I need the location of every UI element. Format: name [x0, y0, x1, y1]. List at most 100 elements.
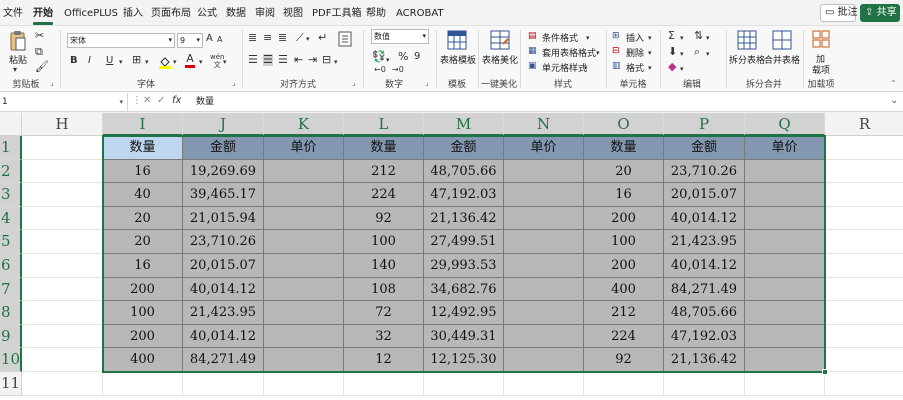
tab-formulas[interactable]: 公式 [197, 6, 217, 22]
empty-cell[interactable] [825, 348, 903, 372]
align-right-icon[interactable]: ☰ [278, 54, 288, 66]
align-center-icon[interactable]: ☰ [263, 54, 273, 66]
table-cell[interactable] [745, 183, 825, 207]
table-header-cell[interactable]: 金额 [183, 136, 264, 160]
table-cell[interactable]: 200 [584, 206, 664, 231]
empty-cell[interactable] [825, 183, 903, 207]
decrease-decimal-icon[interactable]: →0 [392, 64, 404, 76]
empty-cell[interactable] [103, 372, 183, 396]
dialog-launcher-icon[interactable]: ⌟ [50, 78, 54, 87]
table-cell[interactable] [264, 159, 344, 184]
table-cell[interactable]: 140 [344, 254, 424, 278]
chevron-down-icon[interactable]: ▾ [648, 62, 652, 74]
row-header-7[interactable]: 7 [0, 277, 22, 302]
increase-indent-icon[interactable]: ⇥ [308, 54, 317, 66]
table-cell[interactable]: 92 [584, 348, 664, 372]
more-options-icon[interactable]: ⋮ [132, 95, 142, 106]
empty-cell[interactable] [22, 254, 103, 278]
format-cells-icon[interactable]: ▥ [612, 60, 621, 72]
table-cell[interactable]: 21,136.42 [424, 206, 504, 231]
table-cell[interactable]: 92 [344, 206, 424, 231]
table-cell[interactable]: 212 [584, 301, 664, 325]
empty-cell[interactable] [22, 136, 103, 160]
chevron-down-icon[interactable]: ▾ [680, 48, 684, 60]
table-cell[interactable]: 40,014.12 [664, 206, 745, 231]
table-cell[interactable]: 34,682.76 [424, 277, 504, 302]
chevron-down-icon[interactable]: ▾ [648, 47, 652, 59]
table-cell[interactable]: 29,993.53 [424, 254, 504, 278]
chevron-down-icon[interactable]: ▾ [386, 54, 390, 66]
table-cell[interactable]: 40,014.12 [664, 254, 745, 278]
chevron-down-icon[interactable]: ▾ [334, 56, 338, 68]
empty-cell[interactable] [584, 372, 664, 396]
table-cell[interactable]: 32 [344, 324, 424, 349]
font-size-select[interactable]: 9 ▾ [177, 33, 203, 48]
table-cell[interactable]: 40 [103, 183, 183, 207]
table-header-cell[interactable]: 金额 [424, 136, 504, 160]
table-cell[interactable] [264, 230, 344, 254]
table-cell[interactable] [504, 183, 584, 207]
empty-cell[interactable] [825, 278, 903, 302]
table-cell[interactable] [504, 206, 584, 231]
tab-file[interactable]: 文件 [3, 6, 23, 22]
tab-officeplus[interactable]: OfficePLUS [64, 6, 118, 22]
table-cell[interactable]: 19,269.69 [183, 159, 264, 184]
table-cell[interactable]: 16 [103, 159, 183, 184]
paste-label[interactable]: 粘贴 [9, 53, 27, 66]
table-cell[interactable]: 47,192.03 [424, 183, 504, 207]
conditional-format-label[interactable]: 条件格式 [542, 31, 578, 44]
table-cell[interactable] [504, 277, 584, 302]
collapse-ribbon-icon[interactable]: ⌃ [890, 78, 897, 90]
table-cell[interactable]: 21,423.95 [183, 301, 264, 325]
find-select-icon[interactable]: ⌕ [694, 46, 700, 58]
table-cell[interactable]: 21,015.94 [183, 206, 264, 231]
align-bottom-icon[interactable]: ≣ [278, 32, 287, 44]
column-header-i[interactable]: I [103, 113, 183, 136]
chevron-down-icon[interactable]: ▾ [648, 32, 652, 44]
table-cell[interactable]: 20,015.07 [664, 183, 745, 207]
sort-filter-icon[interactable]: ⇅ [694, 30, 703, 42]
table-header-cell[interactable]: 单价 [504, 136, 584, 160]
empty-cell[interactable] [22, 324, 103, 349]
comma-style-icon[interactable]: 9 [414, 51, 420, 63]
table-cell[interactable] [745, 159, 825, 184]
column-header-j[interactable]: J [183, 113, 264, 136]
table-header-cell[interactable]: 数量 [344, 136, 424, 160]
table-cell[interactable]: 12,492.95 [424, 301, 504, 325]
table-cell[interactable]: 108 [344, 277, 424, 302]
merge-table-label[interactable]: 合并表格 [764, 53, 800, 66]
empty-cell[interactable] [825, 372, 903, 396]
empty-cell[interactable] [22, 159, 103, 184]
column-header-h[interactable]: H [22, 113, 103, 136]
table-cell[interactable]: 12 [344, 348, 424, 372]
table-header-cell[interactable]: 数量 [584, 136, 664, 160]
row-header-3[interactable]: 3 [0, 183, 22, 207]
split-table-icon[interactable] [737, 30, 757, 50]
empty-cell[interactable] [825, 207, 903, 231]
table-cell[interactable]: 48,705.66 [424, 159, 504, 184]
table-cell[interactable]: 84,271.49 [664, 277, 745, 302]
increase-font-icon[interactable]: A [206, 33, 213, 45]
column-header-o[interactable]: O [584, 113, 664, 136]
table-cell[interactable]: 212 [344, 159, 424, 184]
merge-center-icon[interactable]: ⊟ [322, 54, 331, 66]
insert-function-icon[interactable]: fx [172, 95, 181, 106]
empty-cell[interactable] [424, 372, 504, 396]
percent-icon[interactable]: % [398, 51, 408, 63]
table-cell[interactable]: 20,015.07 [183, 254, 264, 278]
column-header-l[interactable]: L [344, 113, 424, 136]
row-header-11[interactable]: 11 [0, 372, 22, 396]
table-cell[interactable]: 12,125.30 [424, 348, 504, 372]
chevron-down-icon[interactable]: ▾ [706, 48, 710, 60]
clear-icon[interactable]: ◆ [668, 61, 676, 73]
empty-cell[interactable] [504, 372, 584, 396]
table-cell[interactable]: 27,499.51 [424, 230, 504, 254]
cancel-icon[interactable]: ✕ [143, 95, 151, 106]
column-header-q[interactable]: Q [745, 113, 825, 136]
increase-decimal-icon[interactable]: ←0 [374, 64, 386, 76]
dialog-launcher-icon[interactable]: ⌟ [232, 78, 236, 87]
empty-cell[interactable] [264, 372, 344, 396]
table-cell[interactable]: 100 [584, 230, 664, 254]
border-icon[interactable]: ⊞ [132, 54, 141, 66]
table-cell[interactable]: 84,271.49 [183, 348, 264, 372]
